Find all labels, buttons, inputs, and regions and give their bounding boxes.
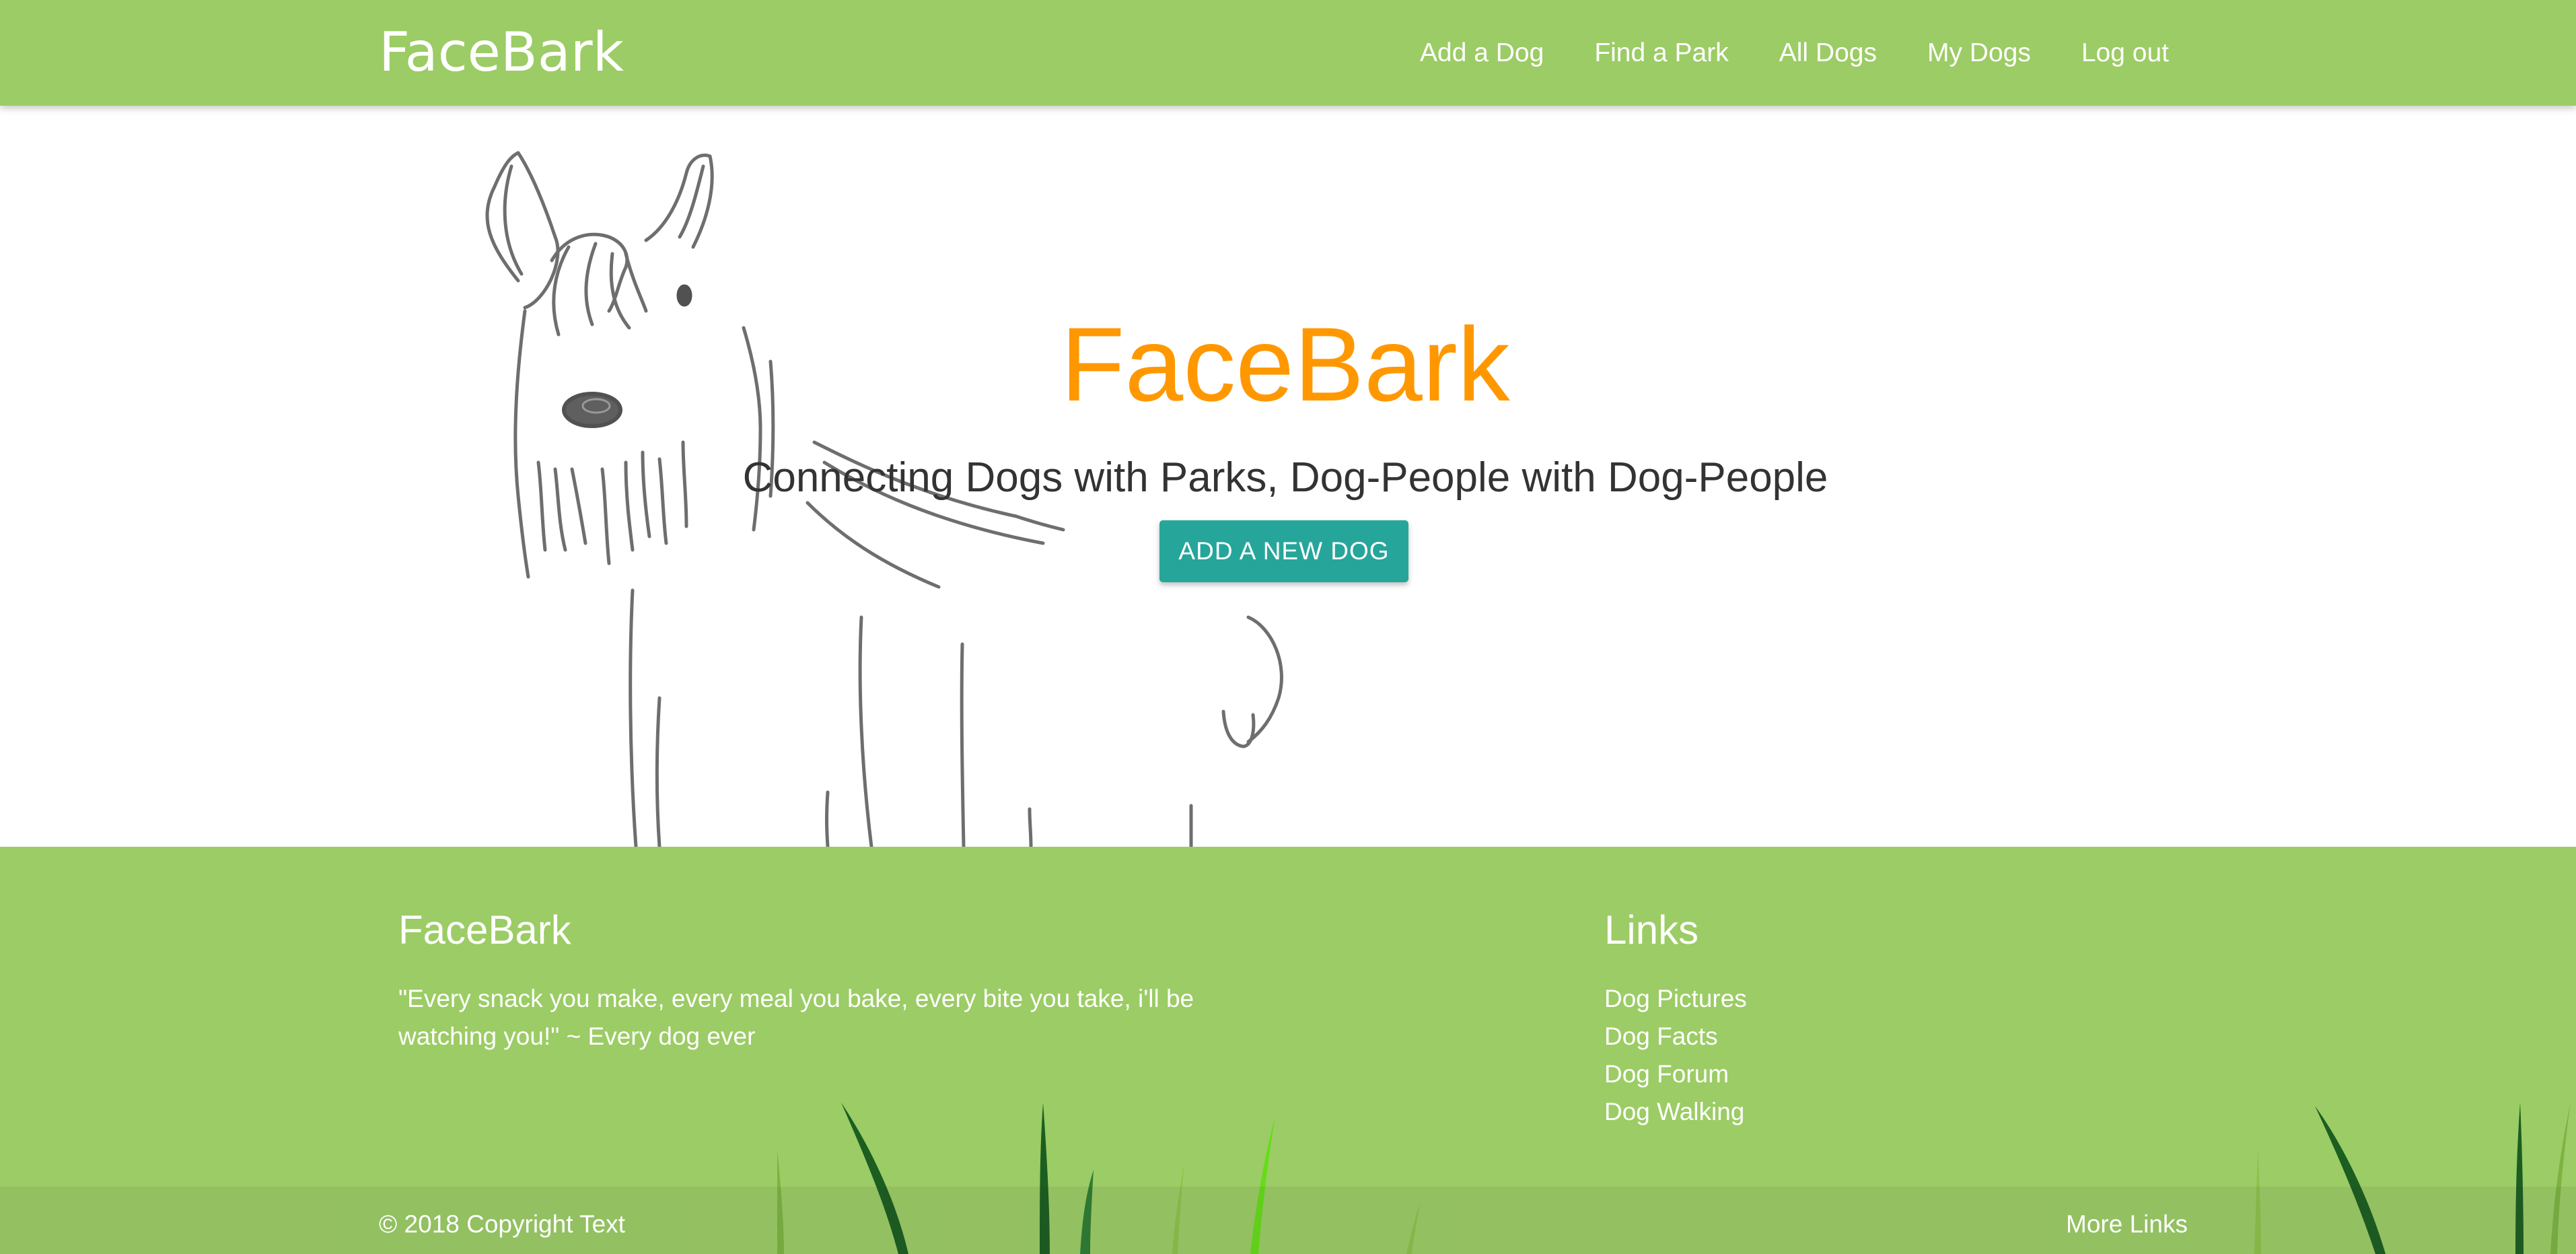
footer-link-dog-facts[interactable]: Dog Facts — [1604, 1022, 1718, 1050]
footer-link-dog-walking[interactable]: Dog Walking — [1604, 1098, 1744, 1125]
list-item: Dog Facts — [1604, 1018, 1747, 1055]
footer-copyright-bar: © 2018 Copyright Text More Links — [0, 1187, 2576, 1254]
list-item: Dog Walking — [1604, 1093, 1747, 1131]
footer-link-dog-pictures[interactable]: Dog Pictures — [1604, 985, 1747, 1012]
hero-title: FaceBark — [1061, 306, 1510, 423]
brand-logo-link[interactable]: FaceBark — [379, 19, 624, 86]
footer-quote: "Every snack you make, every meal you ba… — [398, 985, 1194, 1050]
nav-links: Add a Dog Find a Park All Dogs My Dogs L… — [1420, 0, 2180, 106]
list-item: Dog Pictures — [1604, 980, 1747, 1018]
copyright-text: © 2018 Copyright Text — [379, 1210, 625, 1238]
nav-link-add-a-dog[interactable]: Add a Dog — [1420, 38, 1544, 68]
hero-section: FaceBark Connecting Dogs with Parks, Dog… — [0, 106, 2576, 847]
list-item: Dog Forum — [1604, 1055, 1747, 1093]
footer-link-dog-forum[interactable]: Dog Forum — [1604, 1060, 1729, 1088]
nav-link-log-out[interactable]: Log out — [2081, 38, 2169, 68]
add-new-dog-button[interactable]: ADD A NEW DOG — [1159, 520, 1408, 582]
footer-about-title: FaceBark — [398, 907, 571, 952]
nav-link-find-a-park[interactable]: Find a Park — [1594, 38, 1728, 68]
nav-link-all-dogs[interactable]: All Dogs — [1779, 38, 1877, 68]
more-links-link[interactable]: More Links — [2066, 1206, 2188, 1243]
top-navbar: FaceBark Add a Dog Find a Park All Dogs … — [0, 0, 2576, 106]
nav-link-my-dogs[interactable]: My Dogs — [1927, 38, 2031, 68]
footer-links-title: Links — [1604, 907, 1699, 952]
footer-links-list: Dog Pictures Dog Facts Dog Forum Dog Wal… — [1604, 980, 1747, 1131]
hero-tagline: Connecting Dogs with Parks, Dog-People w… — [742, 454, 1828, 501]
page-footer: FaceBark "Every snack you make, every me… — [0, 847, 2576, 1254]
